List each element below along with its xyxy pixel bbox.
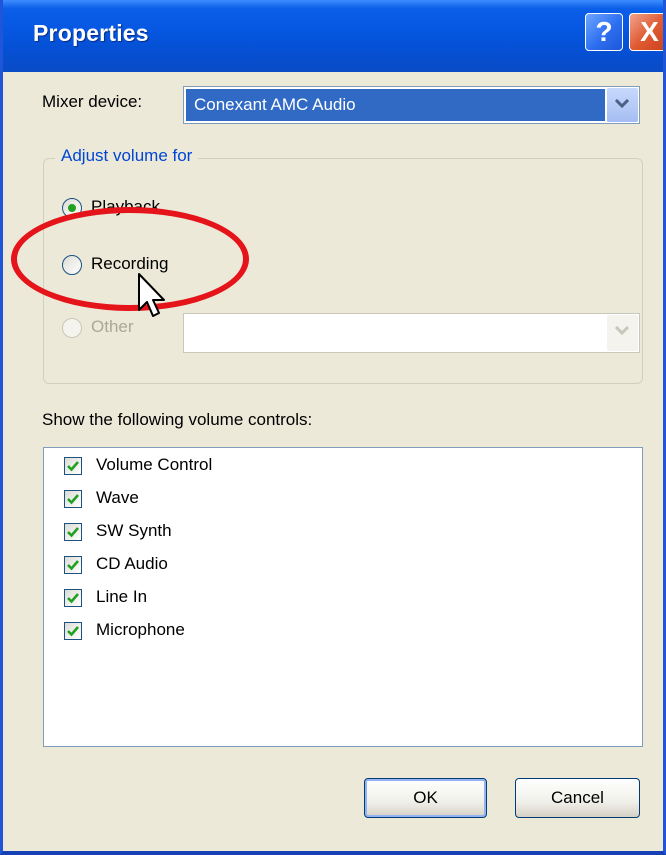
- radio-recording-label[interactable]: Recording: [91, 254, 169, 274]
- list-item-label: Volume Control: [96, 455, 213, 474]
- properties-dialog: Properties ? X Mixer device: Conexant AM…: [0, 0, 666, 855]
- chevron-down-icon: [615, 326, 629, 336]
- list-item-label: SW Synth: [96, 521, 172, 540]
- checkbox-cd-audio[interactable]: [64, 556, 82, 574]
- checkbox-volume-control[interactable]: [64, 457, 82, 475]
- chevron-down-icon: [615, 99, 629, 109]
- mixer-device-value: Conexant AMC Audio: [186, 89, 605, 121]
- ok-button[interactable]: OK: [364, 778, 487, 818]
- adjust-volume-legend: Adjust volume for: [55, 146, 199, 166]
- checkbox-microphone[interactable]: [64, 622, 82, 640]
- check-icon: [67, 461, 79, 472]
- radio-playback-label[interactable]: Playback: [91, 197, 160, 217]
- cancel-button[interactable]: Cancel: [515, 778, 640, 818]
- list-item-label: Wave: [96, 488, 139, 507]
- radio-playback[interactable]: [62, 198, 82, 218]
- check-icon: [67, 560, 79, 571]
- checkbox-sw-synth[interactable]: [64, 523, 82, 541]
- radio-other: [62, 318, 82, 338]
- help-button[interactable]: ?: [585, 13, 623, 51]
- radio-selected-dot: [68, 204, 76, 212]
- checkbox-line-in[interactable]: [64, 589, 82, 607]
- radio-recording[interactable]: [62, 255, 82, 275]
- close-icon: X: [640, 16, 659, 47]
- mixer-device-label: Mixer device:: [42, 92, 143, 111]
- close-button[interactable]: X: [629, 13, 663, 51]
- check-icon: [67, 626, 79, 637]
- cursor-hand-icon: [138, 273, 165, 317]
- help-icon: ?: [595, 16, 613, 47]
- list-item-label: CD Audio: [96, 554, 168, 573]
- window-title: Properties: [33, 20, 149, 46]
- check-icon: [67, 494, 79, 505]
- list-item-label: Microphone: [96, 620, 185, 639]
- mixer-dropdown-button[interactable]: [606, 88, 638, 122]
- checkbox-wave[interactable]: [64, 490, 82, 508]
- mixer-device-select[interactable]: Conexant AMC Audio: [183, 86, 640, 124]
- list-item-label: Line In: [96, 587, 148, 606]
- other-dropdown-button: [606, 315, 638, 351]
- check-icon: [67, 527, 79, 538]
- volume-controls-label: Show the following volume controls:: [42, 410, 313, 429]
- other-device-select: [183, 313, 640, 353]
- title-bar[interactable]: Properties ? X: [3, 0, 663, 72]
- radio-other-label: Other: [91, 317, 134, 336]
- check-icon: [67, 593, 79, 604]
- volume-controls-list[interactable]: Volume Control Wave SW Synth CD Audio Li…: [43, 447, 643, 747]
- other-device-value: [184, 314, 639, 352]
